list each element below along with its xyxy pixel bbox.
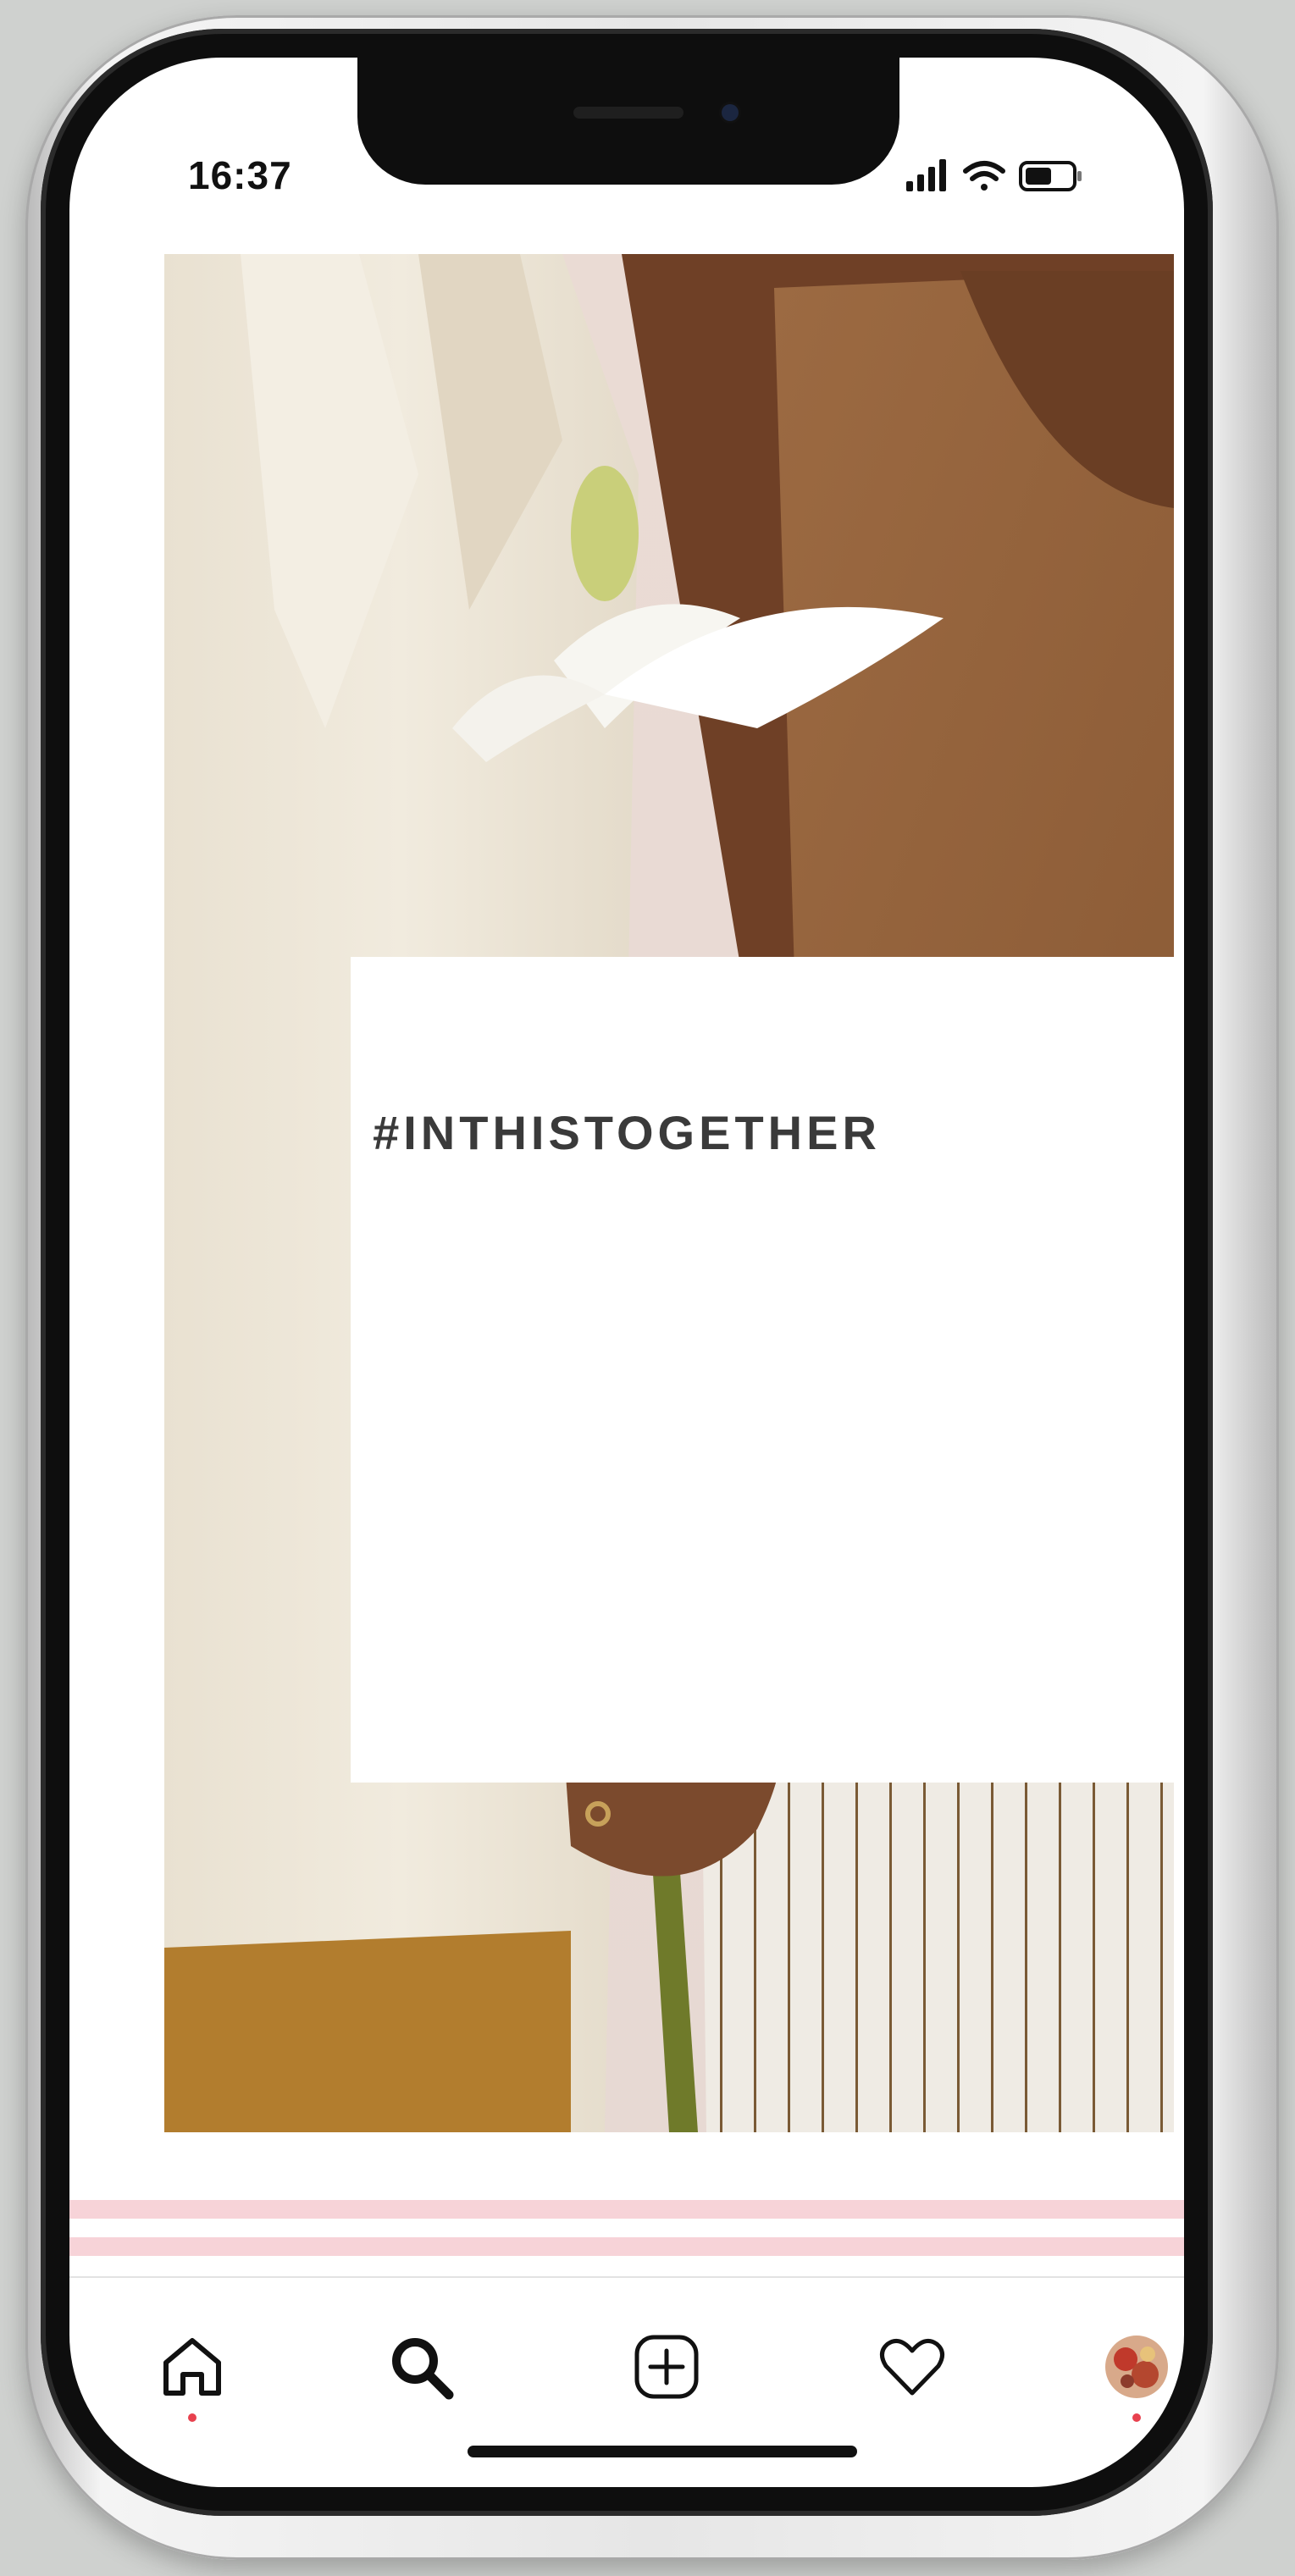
add-post-icon [634,2335,699,2399]
nav-search[interactable] [383,2329,459,2405]
nav-add-post[interactable] [628,2329,705,2405]
post-text-card [351,957,1174,1783]
decorative-stripe [69,2200,1184,2219]
heart-icon [880,2338,944,2396]
profile-avatar-icon [1105,2336,1168,2398]
notification-dot [1132,2413,1141,2422]
nav-activity[interactable] [874,2329,950,2405]
post-hashtag: #INTHISTOGETHER [373,1106,881,1159]
post-image[interactable] [164,254,1174,2132]
status-time: 16:37 [188,153,292,197]
nav-home[interactable] [154,2329,230,2422]
notch [357,58,899,185]
search-icon [392,2338,454,2400]
earpiece-speaker [573,107,683,119]
wifi-icon [963,161,1005,191]
active-indicator-dot [188,2413,196,2422]
front-camera [722,104,739,121]
cellular-signal-icon [906,159,946,191]
decorative-stripe [69,2237,1184,2256]
status-icons [906,158,1093,195]
home-icon [163,2338,221,2396]
phone-screen: 16:37 #INTHISTOGETHER [69,58,1184,2487]
battery-icon [1019,161,1082,191]
home-indicator[interactable] [468,2446,857,2457]
nav-profile[interactable] [1099,2329,1175,2422]
